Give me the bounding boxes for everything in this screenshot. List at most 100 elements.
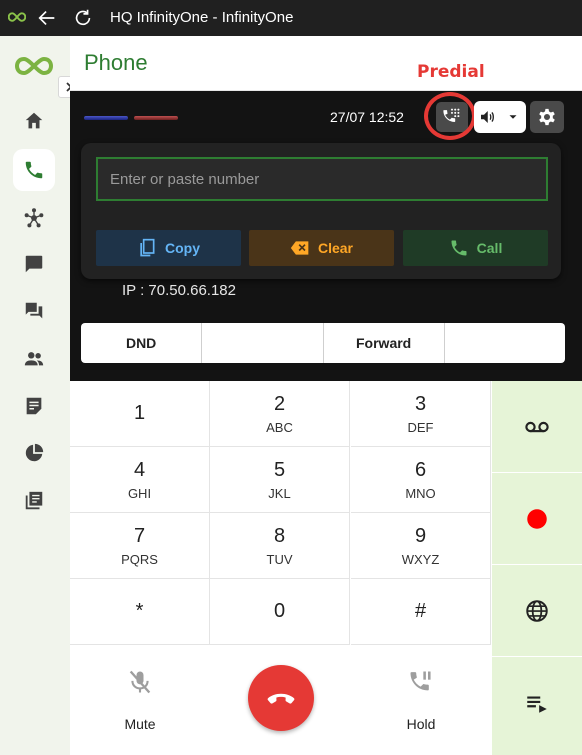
key-letters: JKL	[268, 485, 291, 501]
key-letters: WXYZ	[401, 551, 440, 567]
key-letters: MNO	[405, 485, 436, 501]
window-titlebar: HQ InfinityOne - InfinityOne	[0, 0, 582, 36]
audio-output-select[interactable]	[474, 101, 526, 133]
notes-icon	[26, 397, 42, 415]
key-digit: 5	[273, 458, 286, 481]
key-hash[interactable]: #	[351, 579, 491, 645]
dnd-toggle[interactable]: DND	[81, 323, 203, 363]
key-digit: 4	[133, 458, 146, 481]
key-8[interactable]: 8 TUV	[210, 513, 350, 579]
globe-button[interactable]	[492, 565, 582, 657]
sidebar-item-notes[interactable]	[13, 385, 55, 427]
call-button[interactable]: Call	[403, 230, 548, 266]
key-letters: ABC	[266, 419, 293, 435]
window-title: HQ InfinityOne - InfinityOne	[110, 9, 294, 26]
sidebar	[0, 36, 70, 755]
dialpad-phone-icon	[443, 108, 460, 122]
key-letters: DEF	[407, 419, 434, 435]
key-7[interactable]: 7 PQRS	[70, 513, 210, 579]
sidebar-item-chat[interactable]	[13, 243, 55, 285]
reload-icon[interactable]	[72, 7, 94, 29]
key-digit: 8	[273, 524, 286, 547]
predial-button[interactable]	[436, 102, 468, 132]
page-header: Phone	[70, 36, 582, 91]
back-arrow-icon[interactable]	[36, 7, 58, 29]
predial-annotation-label: Predial	[417, 62, 485, 82]
sidebar-item-people[interactable]	[13, 338, 55, 380]
toggle-slot-2[interactable]	[202, 323, 324, 363]
key-digit: 3	[414, 392, 427, 415]
key-digit: 2	[273, 392, 286, 415]
sidebar-item-phone[interactable]	[13, 149, 55, 191]
key-letters: TUV	[266, 551, 293, 567]
hold-button[interactable]: Hold	[381, 668, 461, 743]
hangup-icon	[267, 693, 295, 704]
copy-icon	[140, 238, 155, 257]
line-indicator-red	[134, 116, 178, 120]
key-letters: GHI	[127, 485, 152, 501]
playlist-button[interactable]	[492, 657, 582, 749]
key-6[interactable]: 6 MNO	[351, 447, 491, 513]
key-digit: 0	[273, 600, 286, 622]
toggle-slot-4[interactable]	[445, 323, 565, 363]
infinity-logo-icon[interactable]	[14, 54, 54, 78]
key-4[interactable]: 4 GHI	[70, 447, 210, 513]
key-digit: 6	[414, 458, 427, 481]
key-5[interactable]: 5 JKL	[210, 447, 350, 513]
sidebar-item-hub[interactable]	[13, 197, 55, 239]
mic-off-icon	[129, 670, 151, 694]
voicemail-button[interactable]	[492, 381, 582, 473]
datetime-display: 27/07 12:52	[330, 109, 404, 125]
hangup-button[interactable]	[248, 665, 314, 731]
line-indicator-blue	[84, 116, 128, 120]
caret-down-icon	[509, 115, 517, 119]
phone-pause-icon	[410, 671, 431, 691]
phone-icon	[25, 161, 43, 179]
people-icon	[24, 352, 44, 366]
key-digit: 7	[133, 524, 146, 547]
key-2[interactable]: 2 ABC	[210, 381, 350, 447]
sidebar-item-forum[interactable]	[13, 290, 55, 332]
key-3[interactable]: 3 DEF	[351, 381, 491, 447]
home-icon	[25, 112, 43, 129]
key-digit: 9	[414, 524, 427, 547]
mute-button[interactable]: Mute	[100, 668, 180, 743]
record-button[interactable]	[492, 473, 582, 565]
sidebar-item-home[interactable]	[13, 100, 55, 142]
hold-label: Hold	[406, 716, 436, 732]
speaker-icon	[481, 111, 494, 123]
side-actions	[492, 381, 582, 755]
record-icon	[527, 508, 547, 529]
backspace-icon	[290, 241, 309, 255]
key-star[interactable]: *	[70, 579, 210, 645]
playlist-icon	[527, 696, 547, 713]
keypad: 1 2 ABC 3 DEF 4 GHI 5 JKL 6 MNO 7 PQRS 8 TUV 9 W…	[70, 381, 492, 645]
voicemail-icon	[525, 421, 549, 432]
settings-button[interactable]	[530, 101, 564, 133]
toggle-row: DND Forward	[81, 323, 565, 363]
library-icon	[25, 491, 43, 510]
key-digit: *	[135, 600, 144, 622]
clear-label: Clear	[317, 240, 354, 256]
page-title: Phone	[84, 50, 148, 75]
copy-button[interactable]: Copy	[96, 230, 241, 266]
mute-label: Mute	[124, 716, 156, 732]
key-digit: 1	[133, 402, 146, 424]
gear-icon	[539, 108, 555, 126]
sidebar-item-reports[interactable]	[13, 432, 55, 474]
key-9[interactable]: 9 WXYZ	[351, 513, 491, 579]
number-input[interactable]	[96, 157, 548, 201]
clear-button[interactable]: Clear	[249, 230, 394, 266]
key-letters: PQRS	[121, 551, 158, 567]
ip-address: IP : 70.50.66.182	[122, 282, 236, 299]
chat-icon	[25, 255, 43, 273]
call-label: Call	[476, 240, 503, 256]
sidebar-item-library[interactable]	[13, 480, 55, 522]
pie-chart-icon	[25, 443, 44, 462]
key-0[interactable]: 0	[210, 579, 350, 645]
key-digit: #	[414, 600, 427, 622]
key-1[interactable]: 1	[70, 381, 210, 447]
globe-icon	[526, 599, 548, 622]
forward-toggle[interactable]: Forward	[324, 323, 445, 363]
hub-icon	[24, 208, 44, 228]
